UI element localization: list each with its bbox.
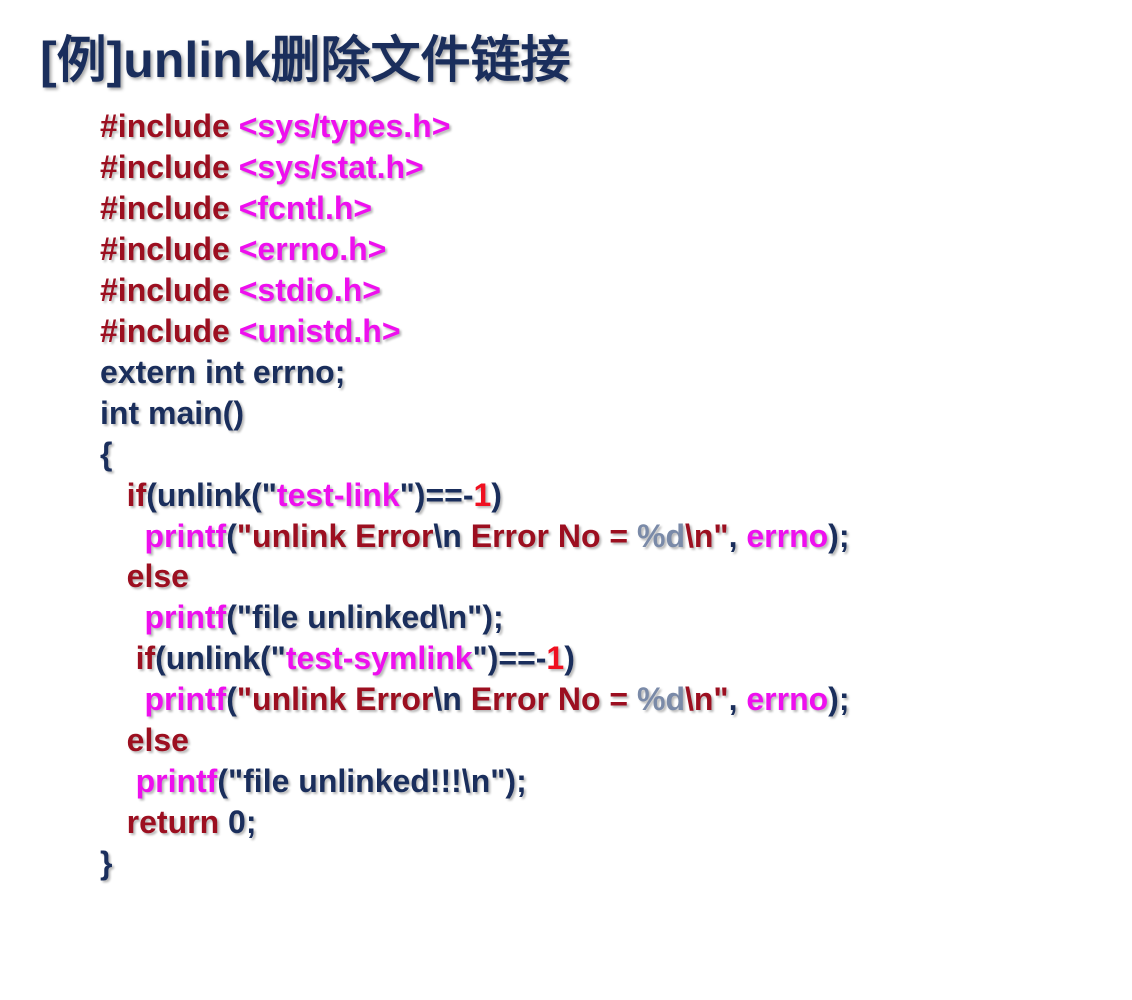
func: printf [136,763,218,799]
text: ")==- [400,477,474,513]
pad [100,599,144,635]
preproc: #include [100,190,239,226]
header: <stdio.h> [239,272,381,308]
code-line: printf("file unlinked\n"); [100,597,1092,638]
pad [100,477,127,513]
code-line: printf("unlink Error\n Error No = %d\n",… [100,679,1092,720]
number: 1 [546,640,564,676]
code-line: return 0; [100,802,1092,843]
string: "file unlinked!!! [228,763,462,799]
pad [100,763,136,799]
pad [100,558,127,594]
pad [100,518,144,554]
text: ( [217,763,228,799]
code-line: else [100,556,1092,597]
code-line: else [100,720,1092,761]
code-line: #include <stdio.h> [100,270,1092,311]
keyword-else: else [127,558,189,594]
string: \n" [685,518,729,554]
code-line: printf("file unlinked!!!\n"); [100,761,1092,802]
escape: \n [433,518,461,554]
string: \n" [685,681,729,717]
text: ; [246,804,257,840]
func: printf [144,681,226,717]
number: 0 [228,804,246,840]
code-line: #include <sys/stat.h> [100,147,1092,188]
string: test-symlink [286,640,473,676]
header: <errno.h> [239,231,387,267]
text: ( [226,681,237,717]
format: %d [637,681,685,717]
text: (unlink(" [155,640,286,676]
text: , [729,518,747,554]
preproc: #include [100,231,239,267]
func: printf [144,518,226,554]
text: ) [491,477,502,513]
pad [100,640,136,676]
escape: \n" [462,763,506,799]
func: printf [144,599,226,635]
string: "unlink Error [237,681,434,717]
slide: [例]unlink删除文件链接 #include <sys/types.h> #… [0,0,1132,1000]
code-line: if(unlink("test-symlink")==-1) [100,638,1092,679]
text: ")==- [473,640,547,676]
header: <sys/types.h> [239,108,451,144]
preproc: #include [100,108,239,144]
keyword-if: if [136,640,156,676]
text: ); [828,518,849,554]
code-line: if(unlink("test-link")==-1) [100,475,1092,516]
keyword-if: if [127,477,147,513]
pad [100,722,127,758]
code-line: #include <unistd.h> [100,311,1092,352]
string: test-link [277,477,400,513]
code-block: #include <sys/types.h> #include <sys/sta… [100,106,1092,884]
text: (unlink(" [146,477,277,513]
ident: errno [746,681,828,717]
code-line: extern int errno; [100,352,1092,393]
string: "unlink Error [237,518,434,554]
code-line: int main() [100,393,1092,434]
pad [100,804,127,840]
text: ) [564,640,575,676]
code-line: printf("unlink Error\n Error No = %d\n",… [100,516,1092,557]
code-line: #include <errno.h> [100,229,1092,270]
escape: \n [433,681,461,717]
text: , [729,681,747,717]
string: "file unlinked [237,599,439,635]
ident: errno [746,518,828,554]
header: <unistd.h> [239,313,401,349]
escape: \n" [439,599,483,635]
string: Error No = [462,681,637,717]
code-line: #include <sys/types.h> [100,106,1092,147]
keyword-return: return [127,804,228,840]
code-line: #include <fcntl.h> [100,188,1092,229]
header: <sys/stat.h> [239,149,424,185]
preproc: #include [100,313,239,349]
slide-title: [例]unlink删除文件链接 [40,20,1092,92]
pad [100,681,144,717]
text: ( [226,599,237,635]
format: %d [637,518,685,554]
string: Error No = [462,518,637,554]
keyword-else: else [127,722,189,758]
text: ( [226,518,237,554]
code-line: { [100,434,1092,475]
number: 1 [473,477,491,513]
text: ); [505,763,526,799]
preproc: #include [100,272,239,308]
preproc: #include [100,149,239,185]
text: ); [828,681,849,717]
code-line: } [100,843,1092,884]
header: <fcntl.h> [239,190,372,226]
text: ); [482,599,503,635]
